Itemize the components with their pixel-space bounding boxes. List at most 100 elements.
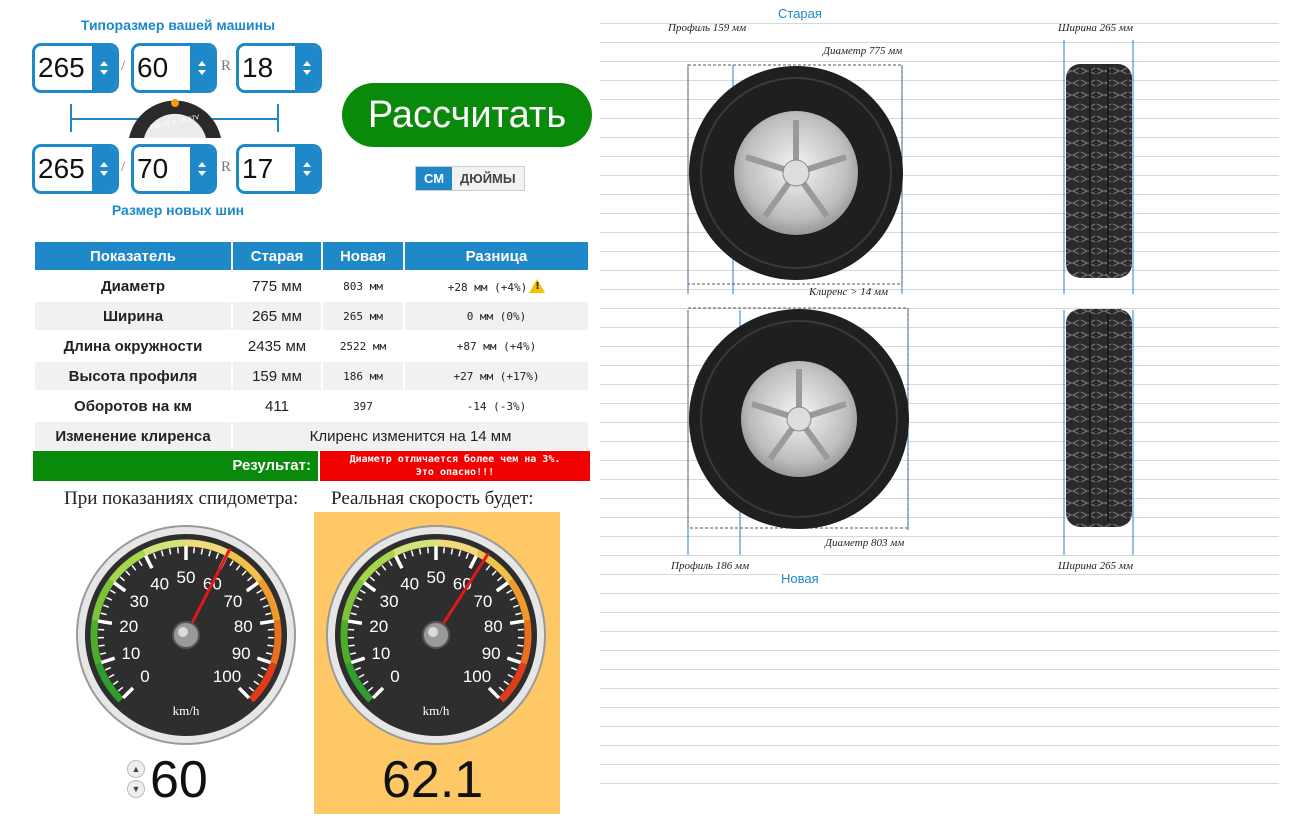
row-label: Длина окружности bbox=[63, 337, 203, 355]
gauge-tick-label: 90 bbox=[232, 644, 251, 663]
current-width-select[interactable]: 265 bbox=[32, 43, 119, 93]
table-header-row: Показатель Старая Новая Разница bbox=[35, 242, 588, 270]
gauge-major-tick bbox=[97, 619, 113, 625]
speedometer-caption: При показаниях спидометра: bbox=[64, 488, 299, 509]
header-old: Старая bbox=[233, 242, 321, 270]
gauge-tick-label: 70 bbox=[473, 592, 492, 611]
spinner-icon bbox=[190, 147, 214, 191]
new-width-select[interactable]: 265 bbox=[32, 144, 119, 194]
table-row-clearance: Изменение клиренса Клиренс изменится на … bbox=[35, 422, 588, 450]
gauge-hub-highlight bbox=[178, 627, 188, 637]
row-diff: -14 (-3%) bbox=[466, 399, 527, 413]
gauge-major-tick bbox=[509, 619, 525, 625]
row-new: 2522 мм bbox=[339, 339, 387, 353]
old-tire-side-icon bbox=[687, 64, 903, 294]
row-new: 397 bbox=[353, 399, 373, 413]
header-diff: Разница bbox=[405, 242, 588, 270]
speedometer-gauge: 0102030405060708090100km/h bbox=[76, 525, 296, 745]
gauge-hub-highlight bbox=[428, 627, 438, 637]
slash-separator: / bbox=[121, 159, 126, 175]
row-diff-cell: +28 мм (+4%)! bbox=[405, 272, 588, 300]
row-diff: 0 мм (0%) bbox=[405, 302, 588, 330]
current-rim-value: 18 bbox=[242, 52, 274, 83]
new-tire-side-icon bbox=[687, 307, 909, 555]
table-row: Длина окружности 2435 мм 2522 мм +87 мм … bbox=[35, 332, 588, 360]
caption-new-size: Размер новых шин bbox=[111, 202, 245, 218]
result-line-1: Диаметр отличается более чем на 3%. bbox=[349, 454, 561, 465]
calculate-button[interactable]: Рассчитать bbox=[342, 83, 592, 147]
slash-separator: / bbox=[121, 58, 126, 74]
result-label: Результат: bbox=[33, 451, 318, 481]
new-tire-tread-icon bbox=[1063, 309, 1134, 555]
row-old: 775 мм bbox=[252, 277, 302, 295]
unit-inch-button[interactable]: ДЮЙМЫ bbox=[452, 167, 524, 190]
gauge-tick-label: 100 bbox=[213, 667, 241, 686]
row-label: Ширина bbox=[35, 302, 231, 330]
unit-cm-button[interactable]: СМ bbox=[416, 167, 453, 190]
gauge-tick-label: 80 bbox=[484, 617, 503, 636]
result-message: Диаметр отличается более чем на 3%. Это … bbox=[320, 451, 590, 481]
row-label: Высота профиля bbox=[35, 362, 231, 390]
current-width-value: 265 bbox=[38, 52, 85, 83]
spinner-icon bbox=[295, 147, 319, 191]
new-profile-label: Профиль 186 мм bbox=[671, 560, 750, 572]
row-diff: +27 мм (+17%) bbox=[405, 362, 588, 390]
clearance-label: Изменение клиренса bbox=[35, 422, 231, 450]
r-separator: R bbox=[221, 58, 232, 74]
row-diff: +28 мм (+4%) bbox=[447, 280, 528, 294]
gauge-tick-label: 100 bbox=[463, 667, 491, 686]
row-new: 803 мм bbox=[343, 279, 383, 293]
gauge-tick-label: 30 bbox=[130, 592, 149, 611]
gauge-tick-label: 80 bbox=[234, 617, 253, 636]
gauge-tick-label: 90 bbox=[482, 644, 501, 663]
real-speed-caption: Реальная скорость будет: bbox=[331, 488, 534, 509]
table-row: Ширина 265 мм 265 мм 0 мм (0%) bbox=[35, 302, 588, 330]
speed-stepper: ▲ ▼ bbox=[127, 760, 147, 800]
gauge-major-tick bbox=[347, 619, 363, 625]
diagram-label-new: Новая bbox=[778, 571, 822, 586]
table-row: Диаметр 775 мм 803 мм +28 мм (+4%)! bbox=[35, 272, 588, 300]
header-indicator: Показатель bbox=[35, 242, 231, 270]
gauge-minor-tick bbox=[348, 644, 355, 647]
new-profile-select[interactable]: 70 bbox=[131, 144, 217, 194]
current-profile-value: 60 bbox=[137, 52, 169, 83]
gauge-tick-label: 0 bbox=[390, 667, 399, 686]
speedometer-readout[interactable]: 60 bbox=[150, 750, 208, 810]
new-rim-select[interactable]: 17 bbox=[236, 144, 322, 194]
gauge-tick-label: 70 bbox=[223, 592, 242, 611]
gauge-minor-tick bbox=[517, 644, 524, 647]
row-old: 411 bbox=[265, 397, 289, 415]
gauge-minor-tick bbox=[267, 644, 274, 647]
tire-diagram bbox=[687, 40, 1134, 555]
old-tire-tread-icon bbox=[1063, 40, 1134, 294]
tire-badge-icon: 195 55 R 16 87V bbox=[70, 99, 279, 138]
diagram-label-old: Старая bbox=[775, 6, 825, 21]
gauge-minor-tick bbox=[176, 547, 180, 554]
stepper-up-icon[interactable]: ▲ bbox=[127, 760, 145, 778]
new-rim-value: 17 bbox=[242, 153, 274, 184]
stepper-down-icon[interactable]: ▼ bbox=[127, 780, 145, 798]
row-old: 159 мм bbox=[233, 362, 321, 390]
gauge-unit-label: km/h bbox=[423, 703, 450, 718]
warning-glyph: ! bbox=[535, 280, 540, 292]
gauge-tick-label: 20 bbox=[369, 617, 388, 636]
gauge-tick-label: 40 bbox=[400, 574, 419, 593]
r-separator: R bbox=[221, 159, 232, 175]
spinner-icon bbox=[190, 46, 214, 90]
spinner-icon bbox=[295, 46, 319, 90]
current-rim-select[interactable]: 18 bbox=[236, 43, 322, 93]
current-profile-select[interactable]: 60 bbox=[131, 43, 217, 93]
comparison-table: Показатель Старая Новая Разница Диаметр … bbox=[33, 240, 590, 452]
gauge-minor-tick bbox=[192, 547, 196, 554]
gauge-tick-label: 10 bbox=[121, 644, 140, 663]
gauge-tick-label: 50 bbox=[427, 568, 446, 587]
clearance-value: Клиренс изменится на 14 мм bbox=[233, 422, 588, 450]
result-row: Результат: Диаметр отличается более чем … bbox=[33, 451, 590, 481]
real-speed-readout: 62.1 bbox=[382, 751, 484, 809]
caption-current-size: Типоразмер вашей машины bbox=[80, 17, 276, 33]
row-label: Оборотов на км bbox=[74, 397, 192, 415]
result-line-2: Это опасно!!! bbox=[415, 467, 495, 478]
real-speed-gauge: 010203040 50 60708090100km/h bbox=[326, 525, 546, 745]
gauge-tick-label: 10 bbox=[371, 644, 390, 663]
new-width-value: 265 bbox=[38, 153, 85, 184]
